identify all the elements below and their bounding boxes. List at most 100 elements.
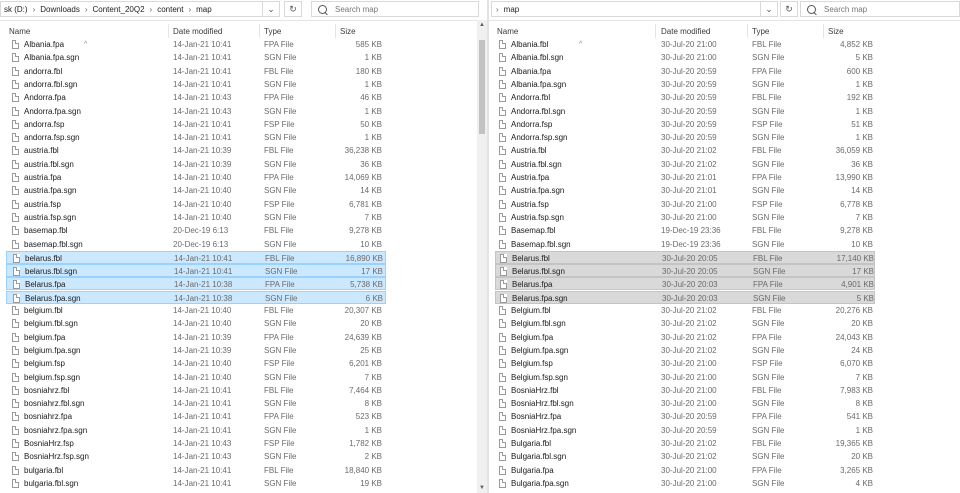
file-row[interactable]: Belarus.fbl.sgn 30-Jul-20 20:05 SGN File 17…	[495, 264, 875, 278]
file-row[interactable]: belgium.fbl 14-Jan-21 10:40 FBL File 20,307…	[6, 304, 386, 317]
left-search-box[interactable]: Search map	[311, 1, 479, 17]
file-row[interactable]: bulgaria.fbl.sgn 14-Jan-21 10:41 SGN File 1…	[6, 477, 386, 490]
file-row[interactable]: basemap.fbl.sgn 20-Dec-19 6:13 SGN File 10 …	[6, 238, 386, 251]
column-header-name[interactable]: Name	[497, 27, 518, 36]
breadcrumb-downloads[interactable]: Downloads	[37, 5, 83, 14]
column-header-name[interactable]: Name	[9, 27, 30, 36]
column-divider[interactable]	[747, 24, 748, 38]
file-row[interactable]: andorra.fsp 14-Jan-21 10:41 FSP File 50 KB	[6, 118, 386, 131]
right-address-bar[interactable]: › map	[491, 1, 777, 17]
column-header-size[interactable]: Size	[340, 27, 356, 36]
file-row[interactable]: Andorra.fpa 14-Jan-21 10:43 FPA File 46 KB	[6, 91, 386, 104]
file-row[interactable]: Bulgaria.fpa 30-Jul-20 21:00 FPA File 3,265…	[495, 464, 875, 477]
file-row[interactable]: austria.fpa.sgn 14-Jan-21 10:40 SGN File 14…	[6, 184, 386, 197]
column-divider[interactable]	[335, 24, 336, 38]
file-row[interactable]: Albania.fpa.sgn 30-Jul-20 20:59 SGN File 1 …	[495, 78, 875, 91]
file-row[interactable]: bosniahrz.fpa.sgn 14-Jan-21 10:41 SGN File…	[6, 424, 386, 437]
file-row[interactable]: BosniaHrz.fsp 14-Jan-21 10:43 FSP File 1,78…	[6, 437, 386, 450]
file-row[interactable]: Bulgaria.fpa.sgn 30-Jul-20 21:00 SGN File 4…	[495, 477, 875, 490]
file-row[interactable]: Albania.fbl.sgn 30-Jul-20 21:00 SGN File 5 …	[495, 51, 875, 64]
scroll-down-icon[interactable]: ▼	[477, 485, 487, 491]
file-row[interactable]: bulgaria.fbl 14-Jan-21 10:41 FBL File 18,84…	[6, 464, 386, 477]
file-row[interactable]: Austria.fpa 30-Jul-20 21:01 FPA File 13,990…	[495, 171, 875, 184]
file-row[interactable]: austria.fbl 14-Jan-21 10:39 FBL File 36,238…	[6, 144, 386, 157]
file-row[interactable]: Andorra.fbl 30-Jul-20 20:59 FBL File 192 KB	[495, 91, 875, 104]
breadcrumb-drive[interactable]: sk (D:)	[1, 5, 31, 14]
file-row[interactable]: belgium.fpa 14-Jan-21 10:39 FPA File 24,639…	[6, 331, 386, 344]
file-row[interactable]: BosniaHrz.fbl 30-Jul-20 21:00 FBL File 7,98…	[495, 384, 875, 397]
file-row[interactable]: andorra.fbl.sgn 14-Jan-21 10:41 SGN File 1 …	[6, 78, 386, 91]
file-row[interactable]: Albania.fpa.sgn 14-Jan-21 10:41 SGN File 1 …	[6, 51, 386, 64]
breadcrumb-map[interactable]: map	[501, 5, 523, 14]
refresh-button[interactable]: ↻	[284, 1, 302, 17]
file-row[interactable]: bosniahrz.fpa 14-Jan-21 10:41 FPA File 523 …	[6, 410, 386, 423]
file-row[interactable]: Belarus.fbl 30-Jul-20 20:05 FBL File 17,140…	[495, 250, 875, 264]
right-search-box[interactable]: Search map	[800, 1, 960, 17]
file-row[interactable]: BosniaHrz.fpa.sgn 30-Jul-20 20:59 SGN File…	[495, 424, 875, 437]
file-row[interactable]: Albania.fpa 14-Jan-21 10:41 FPA File 585 KB	[6, 38, 386, 51]
column-header-date[interactable]: Date modified	[173, 27, 222, 36]
file-row[interactable]: bosniahrz.fbl 14-Jan-21 10:41 FBL File 7,46…	[6, 384, 386, 397]
file-row[interactable]: austria.fsp 14-Jan-21 10:40 FSP File 6,781 …	[6, 198, 386, 211]
file-row[interactable]: belarus.fbl.sgn 14-Jan-21 10:41 SGN File 17…	[6, 264, 386, 278]
file-row[interactable]: andorra.fsp.sgn 14-Jan-21 10:41 SGN File 1 …	[6, 131, 386, 144]
history-dropdown-button[interactable]: ⌄	[760, 1, 778, 17]
file-row[interactable]: austria.fsp.sgn 14-Jan-21 10:40 SGN File 7 …	[6, 211, 386, 224]
file-row[interactable]: Bulgaria.fbl 30-Jul-20 21:02 FBL File 19,36…	[495, 437, 875, 450]
column-divider[interactable]	[259, 24, 260, 38]
file-row[interactable]: Albania.fbl 30-Jul-20 21:00 FBL File 4,852 …	[495, 38, 875, 51]
left-scrollbar[interactable]: ▲ ▼	[477, 20, 487, 493]
file-row[interactable]: Austria.fpa.sgn 30-Jul-20 21:01 SGN File 14…	[495, 184, 875, 197]
history-dropdown-button[interactable]: ⌄	[262, 1, 280, 17]
file-row[interactable]: Belgium.fsp.sgn 30-Jul-20 21:00 SGN File 7 …	[495, 371, 875, 384]
column-header-type[interactable]: Type	[264, 27, 281, 36]
file-row[interactable]: BosniaHrz.fpa 30-Jul-20 20:59 FPA File 541 …	[495, 410, 875, 423]
column-header-size[interactable]: Size	[828, 27, 844, 36]
file-row[interactable]: Belgium.fpa.sgn 30-Jul-20 21:02 SGN File 24…	[495, 344, 875, 357]
breadcrumb-content[interactable]: content	[154, 5, 186, 14]
scroll-up-icon[interactable]: ▲	[477, 22, 487, 28]
file-row[interactable]: Belarus.fpa 30-Jul-20 20:03 FPA File 4,901 …	[495, 277, 875, 291]
column-header-date[interactable]: Date modified	[661, 27, 710, 36]
file-row[interactable]: Belgium.fpa 30-Jul-20 21:02 FPA File 24,043…	[495, 331, 875, 344]
file-row[interactable]: Basemap.fbl.sgn 19-Dec-19 23:36 SGN File 10…	[495, 238, 875, 251]
column-divider[interactable]	[823, 24, 824, 38]
file-row[interactable]: Bulgaria.fbl.sgn 30-Jul-20 21:02 SGN File 2…	[495, 450, 875, 463]
file-row[interactable]: Basemap.fbl 19-Dec-19 23:36 FBL File 9,278 …	[495, 224, 875, 237]
file-row[interactable]: belgium.fpa.sgn 14-Jan-21 10:39 SGN File 25…	[6, 344, 386, 357]
file-row[interactable]: Belarus.fpa.sgn 30-Jul-20 20:03 SGN File 5 …	[495, 290, 875, 304]
file-row[interactable]: belgium.fsp 14-Jan-21 10:40 FSP File 6,201 …	[6, 357, 386, 370]
file-row[interactable]: Belgium.fsp 30-Jul-20 21:00 FSP File 6,070 …	[495, 357, 875, 370]
file-row[interactable]: basemap.fbl 20-Dec-19 6:13 FBL File 9,278 K…	[6, 224, 386, 237]
file-row[interactable]: Belarus.fpa.sgn 14-Jan-21 10:38 SGN File 6 …	[6, 290, 386, 304]
file-row[interactable]: Andorra.fbl.sgn 30-Jul-20 20:59 SGN File 1 …	[495, 105, 875, 118]
file-row[interactable]: Belgium.fbl 30-Jul-20 21:02 FBL File 20,276…	[495, 304, 875, 317]
breadcrumb-content-20q2[interactable]: Content_20Q2	[89, 5, 147, 14]
column-divider[interactable]	[655, 24, 656, 38]
breadcrumb-map[interactable]: map	[193, 5, 215, 14]
file-row[interactable]: austria.fbl.sgn 14-Jan-21 10:39 SGN File 36…	[6, 158, 386, 171]
file-row[interactable]: andorra.fbl 14-Jan-21 10:41 FBL File 180 KB	[6, 65, 386, 78]
file-row[interactable]: Andorra.fsp.sgn 30-Jul-20 20:59 SGN File 1 …	[495, 131, 875, 144]
file-row[interactable]: belgium.fbl.sgn 14-Jan-21 10:40 SGN File 20…	[6, 317, 386, 330]
left-address-bar[interactable]: sk (D:) › Downloads › Content_20Q2 › con…	[0, 1, 280, 17]
file-row[interactable]: belgium.fsp.sgn 14-Jan-21 10:40 SGN File 7 …	[6, 371, 386, 384]
file-row[interactable]: Austria.fsp.sgn 30-Jul-20 21:00 SGN File 7 …	[495, 211, 875, 224]
file-row[interactable]: Austria.fbl 30-Jul-20 21:02 FBL File 36,059…	[495, 144, 875, 157]
left-scroll-thumb[interactable]	[479, 40, 485, 134]
file-row[interactable]: Austria.fbl.sgn 30-Jul-20 21:02 SGN File 36…	[495, 158, 875, 171]
file-row[interactable]: Belgium.fbl.sgn 30-Jul-20 21:02 SGN File 20…	[495, 317, 875, 330]
file-row[interactable]: austria.fpa 14-Jan-21 10:40 FPA File 14,069…	[6, 171, 386, 184]
file-row[interactable]: BosniaHrz.fsp.sgn 14-Jan-21 10:43 SGN File…	[6, 450, 386, 463]
file-row[interactable]: Albania.fpa 30-Jul-20 20:59 FPA File 600 KB	[495, 65, 875, 78]
file-row[interactable]: bosniahrz.fbl.sgn 14-Jan-21 10:41 SGN File…	[6, 397, 386, 410]
file-row[interactable]: Andorra.fsp 30-Jul-20 20:59 FSP File 51 KB	[495, 118, 875, 131]
file-row[interactable]: belarus.fbl 14-Jan-21 10:41 FBL File 16,890…	[6, 250, 386, 264]
file-row[interactable]: BosniaHrz.fbl.sgn 30-Jul-20 21:00 SGN File…	[495, 397, 875, 410]
column-header-type[interactable]: Type	[752, 27, 769, 36]
column-divider[interactable]	[168, 24, 169, 38]
file-row[interactable]: Belarus.fpa 14-Jan-21 10:38 FPA File 5,738 …	[6, 277, 386, 291]
file-row[interactable]: Andorra.fpa.sgn 14-Jan-21 10:43 SGN File 1 …	[6, 105, 386, 118]
file-row[interactable]: Austria.fsp 30-Jul-20 21:00 FSP File 6,778 …	[495, 198, 875, 211]
refresh-button[interactable]: ↻	[780, 1, 798, 17]
